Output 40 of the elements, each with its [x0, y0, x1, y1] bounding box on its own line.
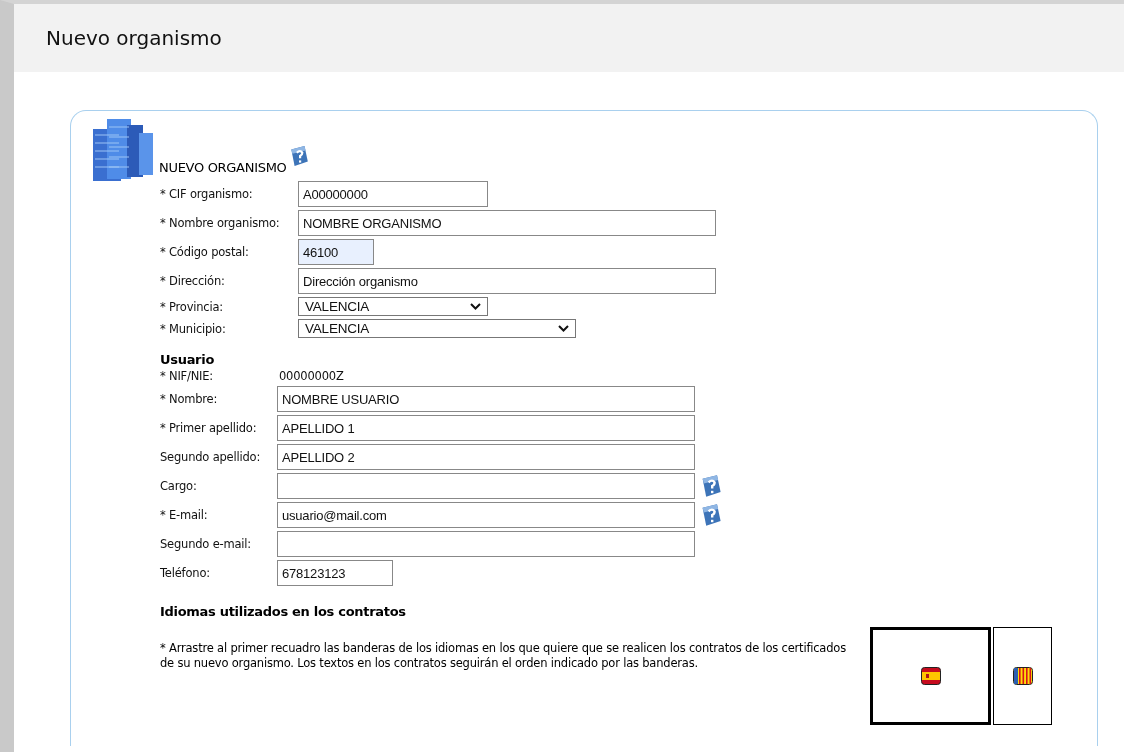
- field-label: * NIF/NIE:: [160, 369, 215, 383]
- input-field[interactable]: Dirección organismo: [298, 268, 716, 294]
- dropdown[interactable]: VALENCIA: [298, 319, 576, 338]
- drop-box[interactable]: [870, 627, 991, 725]
- chevron-down-icon: [470, 303, 481, 310]
- field-label: * Dirección:: [160, 274, 226, 288]
- input-field[interactable]: NOMBRE USUARIO: [277, 386, 695, 412]
- field-label: * Nombre organismo:: [160, 216, 281, 230]
- input-field[interactable]: usuario@mail.com: [277, 502, 695, 528]
- help-icon[interactable]: [288, 145, 311, 167]
- field-label: * Código postal:: [160, 245, 250, 259]
- field-label: * E-mail:: [160, 508, 209, 522]
- field-label: * Municipio:: [160, 321, 227, 336]
- drop-box[interactable]: [993, 627, 1052, 725]
- input-field[interactable]: [277, 531, 695, 557]
- valencian-flag-icon[interactable]: [1012, 667, 1033, 685]
- section-heading: Idiomas utilizados en los contratos: [160, 604, 407, 619]
- field-label: * Nombre:: [160, 392, 219, 406]
- dropdown[interactable]: VALENCIA: [298, 297, 488, 316]
- input-field[interactable]: 46100: [298, 239, 374, 265]
- input-field[interactable]: NOMBRE ORGANISMO: [298, 210, 716, 236]
- input-field[interactable]: APELLIDO 2: [277, 444, 695, 470]
- spanish-flag-icon[interactable]: [920, 667, 941, 685]
- input-field[interactable]: 678123123: [277, 560, 393, 586]
- field-value: 00000000Z: [278, 369, 344, 383]
- page-title: Nuevo organismo: [46, 26, 222, 50]
- chevron-down-icon: [558, 325, 569, 332]
- input-field[interactable]: APELLIDO 1: [277, 415, 695, 441]
- section-heading: NUEVO ORGANISMO: [159, 160, 287, 175]
- field-label: Cargo:: [160, 479, 198, 493]
- field-label: Segundo e-mail:: [160, 537, 252, 551]
- field-label: * Provincia:: [160, 299, 224, 314]
- section-heading: Usuario: [160, 352, 216, 367]
- input-field[interactable]: A00000000: [298, 181, 488, 207]
- field-label: * CIF organismo:: [160, 187, 254, 201]
- field-label: Teléfono:: [160, 566, 211, 580]
- field-label: * Primer apellido:: [160, 421, 258, 435]
- instructions-text: * Arrastre al primer recuadro las banderas de los idiomas en los que quiere que se realicen los contratos de los certificados de su nuevo organismo. Los textos en los contratos seguirán el orden indicado por las banderas.: [160, 641, 847, 671]
- field-label: Segundo apellido:: [160, 450, 262, 464]
- input-field[interactable]: [277, 473, 695, 499]
